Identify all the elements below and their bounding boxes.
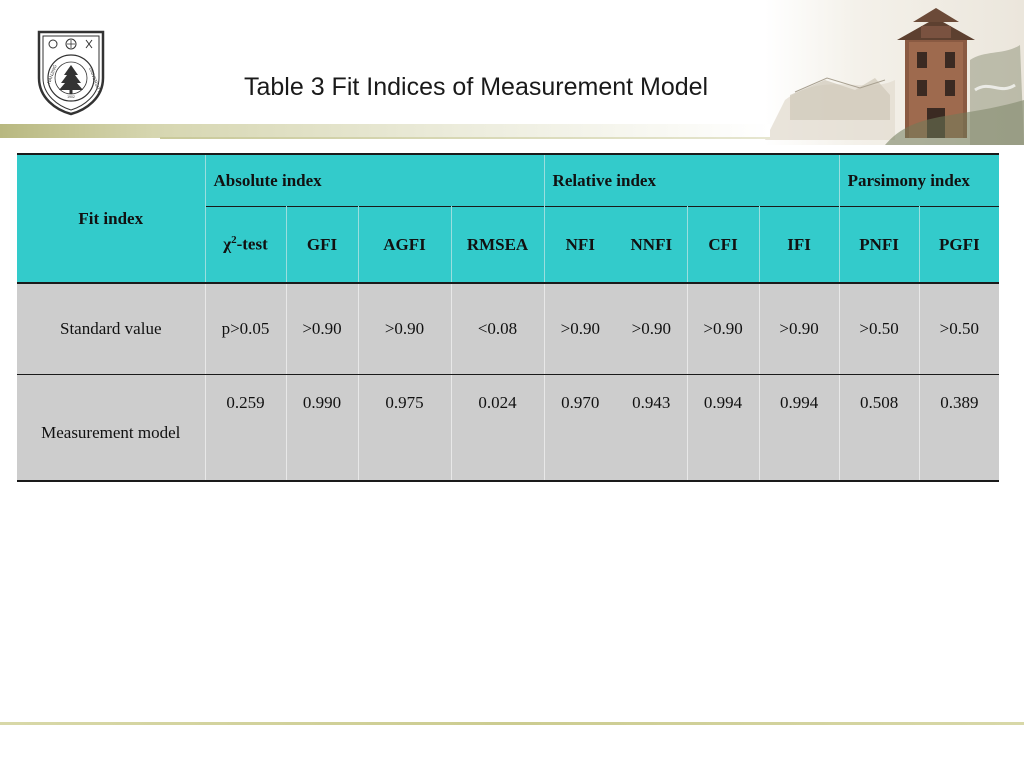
- campus-tower-photo: [765, 0, 1024, 145]
- cell-nfi: 0.970: [544, 374, 617, 482]
- cell-agfi: >0.90: [358, 283, 452, 375]
- header-group-row: Fit index Absolute index Relative index …: [17, 153, 1000, 284]
- svg-text:1902: 1902: [67, 95, 75, 99]
- tower-image-icon: [765, 0, 1024, 145]
- cell-nnfi: >0.90: [616, 283, 688, 375]
- cell-chi: 0.259: [205, 374, 287, 482]
- pgfi-header: PGFI: [919, 206, 1000, 284]
- cell-ifi: 0.994: [759, 374, 840, 482]
- chi-square-header: χ2-test: [205, 206, 287, 284]
- cell-nfi: >0.90: [544, 283, 617, 375]
- university-crest-icon: 1902 NANJING UNIVERSITY: [37, 30, 105, 116]
- cell-nnfi: 0.943: [616, 374, 688, 482]
- table-row-measurement-model: Measurement model 0.259 0.990 0.975 0.02…: [17, 374, 1000, 482]
- rmsea-header: RMSEA: [451, 206, 545, 284]
- cell-cfi: >0.90: [687, 283, 760, 375]
- cell-cfi: 0.994: [687, 374, 760, 482]
- footer-rule: [0, 722, 1024, 725]
- cell-ifi: >0.90: [759, 283, 840, 375]
- fit-indices-table: Fit index Absolute index Relative index …: [17, 153, 1000, 482]
- cell-gfi: 0.990: [286, 374, 359, 482]
- nanjing-university-logo: 1902 NANJING UNIVERSITY: [36, 28, 106, 116]
- cell-pgfi: 0.389: [919, 374, 1000, 482]
- cell-pgfi: >0.50: [919, 283, 1000, 375]
- header-band: [0, 124, 770, 138]
- cell-rmsea: <0.08: [451, 283, 545, 375]
- cell-gfi: >0.90: [286, 283, 359, 375]
- table-row-standard-value: Standard value p>0.05 >0.90 >0.90 <0.08 …: [17, 283, 1000, 375]
- cfi-header: CFI: [687, 206, 760, 284]
- relative-index-header: Relative index: [544, 153, 840, 207]
- slide-title: Table 3 Fit Indices of Measurement Model: [244, 73, 709, 101]
- fit-index-header: Fit index: [17, 153, 206, 284]
- cell-agfi: 0.975: [358, 374, 452, 482]
- ifi-header: IFI: [759, 206, 840, 284]
- agfi-header: AGFI: [358, 206, 452, 284]
- nfi-header: NFI: [544, 206, 617, 284]
- chi-symbol: χ: [223, 234, 232, 254]
- chi-suffix: -test: [236, 234, 268, 254]
- slide-header: 1902 NANJING UNIVERSITY Table 3 Fit Indi…: [0, 0, 1024, 145]
- row-label: Measurement model: [17, 374, 206, 482]
- absolute-index-header: Absolute index: [205, 153, 545, 207]
- nnfi-header: NNFI: [616, 206, 688, 284]
- parsimony-index-header: Parsimony index: [839, 153, 1000, 207]
- cell-pnfi: 0.508: [839, 374, 920, 482]
- cell-pnfi: >0.50: [839, 283, 920, 375]
- cell-chi: p>0.05: [205, 283, 287, 375]
- row-label: Standard value: [17, 283, 206, 375]
- cell-rmsea: 0.024: [451, 374, 545, 482]
- gfi-header: GFI: [286, 206, 359, 284]
- header-rule: [160, 137, 770, 139]
- pnfi-header: PNFI: [839, 206, 920, 284]
